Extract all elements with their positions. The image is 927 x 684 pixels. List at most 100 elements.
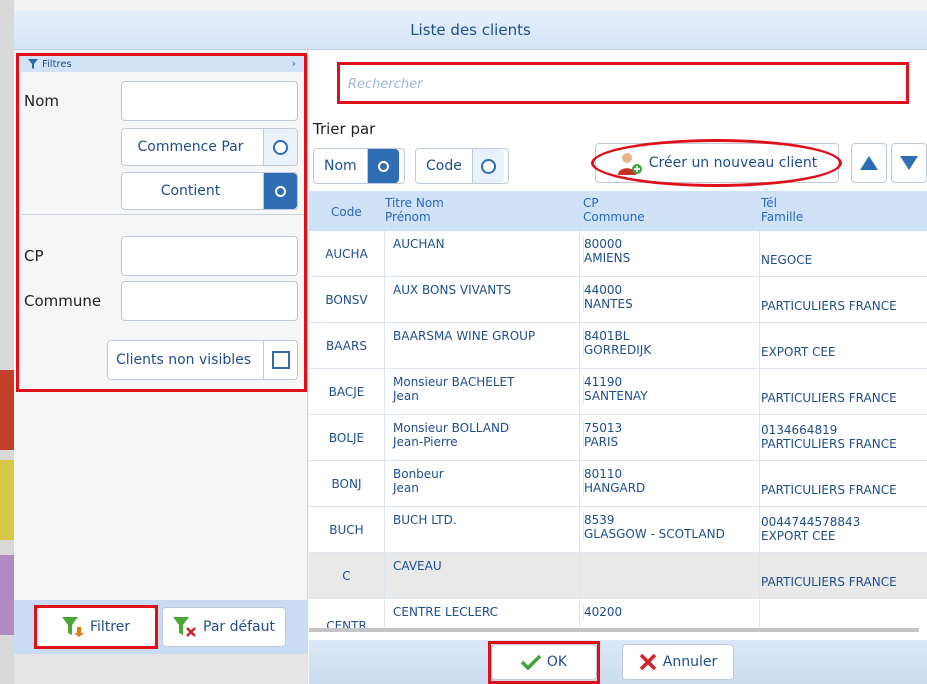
clients-non-visibles-label: Clients non visibles [115, 352, 252, 368]
clients-non-visibles-option[interactable]: Clients non visibles [107, 340, 298, 380]
cell-commune: SANTENAY [584, 389, 648, 403]
cell-code: C [309, 553, 385, 599]
cell-famille: NEGOCE [761, 253, 813, 267]
header-titre-nom[interactable]: Titre Nom [385, 196, 444, 210]
commence-par-option[interactable]: Commence Par [121, 128, 298, 166]
cell-commune: NANTES [584, 297, 633, 311]
filter-header-label: Filtres [42, 58, 72, 70]
horizontal-scrollbar[interactable] [309, 628, 919, 632]
radio-commence-par[interactable] [263, 129, 297, 165]
cell-code: CENTR [309, 599, 385, 631]
cp-label: CP [24, 247, 44, 265]
radio-contient[interactable] [263, 173, 297, 209]
sort-nom-label: Nom [324, 158, 357, 174]
table-row[interactable]: AUCHA AUCHAN 80000 AMIENS NEGOCE [309, 231, 927, 277]
sort-code-label: Code [426, 158, 462, 174]
cell-nom: CENTRE LECLERC [393, 605, 499, 619]
header-famille[interactable]: Famille [761, 210, 803, 224]
radio-sort-code[interactable] [471, 149, 504, 183]
table-row[interactable]: BONJ Bonbeur Jean 80110 HANGARD PARTICULIE… [309, 461, 927, 507]
cell-tel [761, 561, 927, 575]
cell-famille: PARTICULIERS FRANCE [761, 575, 897, 589]
cell-nom: BUCH LTD. [393, 513, 457, 527]
cell-cp: 80110 [584, 467, 623, 481]
cell-tel [761, 377, 927, 391]
cp-field[interactable] [121, 236, 298, 276]
checkbox-clients-non-visibles[interactable] [263, 341, 297, 379]
cell-commune: AMIENS [584, 251, 631, 265]
cell-tel [761, 331, 927, 345]
sort-label: Trier par [313, 120, 376, 138]
sort-ascending-button[interactable] [851, 143, 887, 183]
cell-famille: PARTICULIERS FRANCE [761, 437, 897, 451]
cell-famille: PARTICULIERS FRANCE [761, 483, 897, 497]
cell-tel: 0134664819 [761, 423, 838, 437]
contient-option[interactable]: Contient [121, 172, 298, 210]
cell-prenom: Jean-Pierre [393, 435, 458, 449]
table-row[interactable]: BONSV AUX BONS VIVANTS 44000 NANTES PARTI… [309, 277, 927, 323]
cell-prenom: Jean [393, 389, 419, 403]
new-client-button[interactable]: Créer un nouveau client [595, 143, 839, 183]
sort-code-option[interactable]: Code [415, 148, 509, 184]
checkmark-icon [520, 654, 541, 670]
radio-sort-nom[interactable] [366, 149, 399, 183]
cell-nom: Monsieur BOLLAND [393, 421, 510, 435]
header-code[interactable]: Code [331, 205, 362, 219]
cell-cp: 40200 [584, 605, 623, 619]
header-cp[interactable]: CP [583, 196, 599, 210]
cell-cp: 80000 [584, 237, 623, 251]
annuler-button[interactable]: Annuler [622, 644, 734, 680]
cell-tel [761, 607, 927, 621]
cell-nom: CAVEAU [393, 559, 442, 573]
search-input[interactable]: Rechercher [340, 65, 907, 103]
table-row[interactable]: BOLJE Monsieur BOLLAND Jean-Pierre 75013 P… [309, 415, 927, 461]
close-icon [639, 653, 657, 671]
contient-label: Contient [160, 183, 221, 199]
dialog-footer [309, 640, 927, 684]
cell-cp: 75013 [584, 421, 623, 435]
cell-cp: 8401BL [584, 329, 630, 343]
sort-nom-option[interactable]: Nom [313, 148, 405, 184]
background-app-strip [0, 0, 14, 684]
annuler-label: Annuler [662, 654, 718, 670]
table-row[interactable]: BACJE Monsieur BACHELET Jean 41190 SANTENA… [309, 369, 927, 415]
filter-header[interactable]: Filtres › [20, 56, 304, 72]
sort-descending-button[interactable] [891, 143, 927, 183]
table-row[interactable]: CENTR CENTRE LECLERC 40200 [309, 599, 927, 631]
filter-divider [22, 214, 304, 215]
client-list-dialog: Liste des clients Filtres › Nom Commence… [0, 0, 927, 684]
filtrer-button[interactable]: Filtrer [36, 607, 156, 647]
table-header: Code Titre Nom Prénom CP Commune Tél Fam… [309, 191, 927, 231]
commune-label: Commune [24, 292, 102, 310]
cell-famille: EXPORT CEE [761, 345, 836, 359]
cell-nom: AUCHAN [393, 237, 445, 251]
cell-commune: GLASGOW - SCOTLAND [584, 527, 725, 541]
ok-button[interactable]: OK [491, 644, 597, 680]
nom-label: Nom [24, 92, 60, 110]
client-table: AUCHA AUCHAN 80000 AMIENS NEGOCE BONSV AU… [309, 231, 927, 631]
commune-field[interactable] [121, 281, 298, 321]
cell-commune: HANGARD [584, 481, 646, 495]
filtrer-label: Filtrer [89, 619, 131, 635]
chevron-right-icon[interactable]: › [292, 57, 296, 70]
cell-code: BOLJE [309, 415, 385, 461]
cell-famille: PARTICULIERS FRANCE [761, 391, 897, 405]
filter-clear-icon [173, 617, 196, 637]
table-row[interactable]: BAARS BAARSMA WINE GROUP 8401BL GORREDIJK… [309, 323, 927, 369]
window-title: Liste des clients [410, 20, 531, 39]
header-tel[interactable]: Tél [761, 196, 777, 210]
ok-label: OK [546, 654, 568, 670]
cell-commune: GORREDIJK [584, 343, 652, 357]
new-client-label: Créer un nouveau client [648, 155, 818, 171]
cell-nom: BAARSMA WINE GROUP [393, 329, 536, 343]
table-row[interactable]: C CAVEAU PARTICULIERS FRANCE [309, 553, 927, 599]
table-row[interactable]: BUCH BUCH LTD. 8539 GLASGOW - SCOTLAND 00… [309, 507, 927, 553]
par-defaut-button[interactable]: Par défaut [162, 607, 286, 647]
add-user-icon [617, 153, 642, 175]
header-commune[interactable]: Commune [583, 210, 645, 224]
filter-apply-icon [61, 617, 84, 637]
nom-field[interactable] [121, 81, 298, 121]
header-prenom[interactable]: Prénom [385, 210, 431, 224]
cell-code: BONSV [309, 277, 385, 323]
title-bar: Liste des clients [14, 10, 927, 50]
